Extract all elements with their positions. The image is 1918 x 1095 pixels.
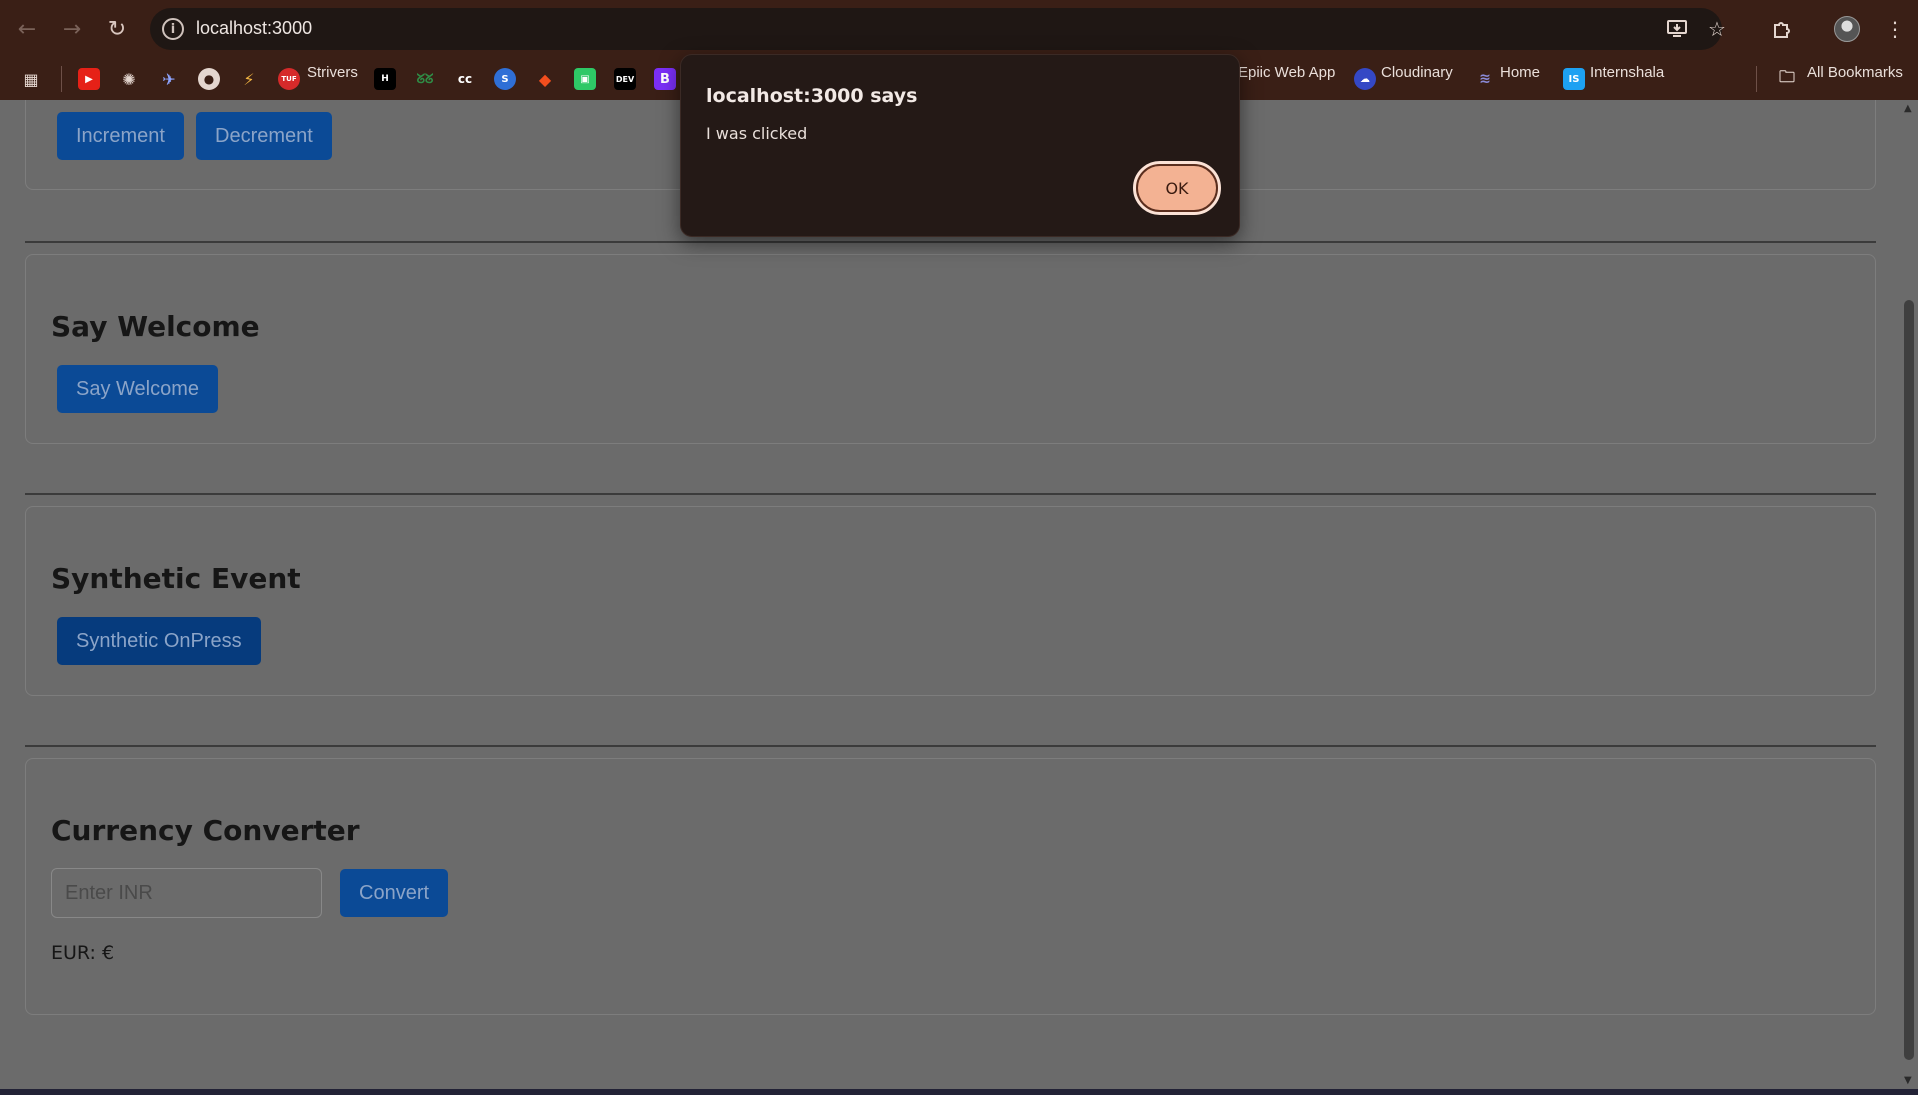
ok-button[interactable]: OK (1133, 161, 1221, 215)
scroll-thumb[interactable] (1904, 300, 1914, 1060)
cloudinary-icon[interactable]: ☁ (1354, 68, 1376, 90)
tuf-icon[interactable]: TUF (278, 68, 300, 90)
star-icon[interactable]: ☆ (1700, 12, 1734, 46)
alert-dialog: localhost:3000 says I was clicked OK (680, 54, 1240, 237)
reload-icon[interactable]: ↻ (100, 12, 134, 46)
decrement-button[interactable]: Decrement (196, 112, 332, 160)
say-welcome-button[interactable]: Say Welcome (57, 365, 219, 413)
synthetic-title: Synthetic Event (51, 562, 301, 595)
synthetic-card: Synthetic Event Synthetic OnPress (25, 506, 1876, 696)
menu-kebab-icon[interactable]: ⋮ (1878, 12, 1912, 46)
section-divider (25, 745, 1876, 747)
internshala-icon[interactable]: IS (1563, 68, 1585, 90)
site-info-icon[interactable]: i (162, 18, 184, 40)
inr-input[interactable]: Enter INR (51, 868, 322, 918)
back-arrow-icon[interactable]: ← (10, 12, 44, 46)
currency-card: Currency Converter Enter INR Convert EUR… (25, 758, 1876, 1015)
bookmark-divider (1756, 66, 1757, 92)
section-divider (25, 241, 1876, 243)
codechef-icon[interactable]: cc (454, 68, 476, 90)
all-bookmarks[interactable]: All Bookmarks (1807, 64, 1903, 81)
stackblitz-icon[interactable]: S (494, 68, 516, 90)
forward-arrow-icon[interactable]: → (55, 12, 89, 46)
dialog-message: I was clicked (706, 124, 808, 143)
dev-icon[interactable]: DEV (614, 68, 636, 90)
synthetic-onpress-button[interactable]: Synthetic OnPress (57, 617, 261, 665)
url-text[interactable]: localhost:3000 (196, 18, 312, 39)
welcome-title: Say Welcome (51, 310, 260, 343)
install-app-icon[interactable] (1660, 12, 1694, 46)
page-scrollbar[interactable]: ▲ ▼ (1900, 100, 1918, 1090)
bookmark-epiic-web-app[interactable]: Epiic Web App (1238, 64, 1335, 81)
leetcode-green-icon[interactable]: ▣ (574, 68, 596, 90)
youtube-icon[interactable]: ▶ (78, 68, 100, 90)
convert-button[interactable]: Convert (340, 869, 449, 917)
geeksforgeeks-icon[interactable]: ᘜᘜ (414, 68, 436, 90)
github-icon[interactable]: ● (198, 68, 220, 90)
bookmark-internshala[interactable]: Internshala (1590, 64, 1664, 81)
page-content: Increment Decrement Say Welcome Say Welc… (0, 100, 1900, 1095)
taskbar-edge (0, 1089, 1918, 1095)
currency-title: Currency Converter (51, 814, 360, 847)
figma-icon[interactable]: ◆ (534, 68, 556, 90)
address-bar[interactable]: i localhost:3000 (150, 8, 1722, 50)
increment-button[interactable]: Increment (57, 112, 184, 160)
bird-icon[interactable]: ✈ (158, 68, 180, 90)
apps-grid-icon[interactable]: ▦ (20, 68, 42, 90)
lightning-icon[interactable]: ⚡ (238, 68, 260, 90)
bookmark-home[interactable]: Home (1500, 64, 1540, 81)
profile-avatar[interactable] (1834, 16, 1860, 42)
hackerrank-icon[interactable]: H (374, 68, 396, 90)
bookmark-divider (61, 66, 62, 92)
extensions-icon[interactable] (1765, 12, 1799, 46)
scroll-up-icon[interactable]: ▲ (1904, 104, 1914, 114)
bookmark-cloudinary[interactable]: Cloudinary (1381, 64, 1453, 81)
eur-result: EUR: € (51, 942, 115, 964)
folder-icon[interactable]: 🗀 (1776, 67, 1798, 90)
scroll-down-icon[interactable]: ▼ (1904, 1076, 1914, 1086)
chatgpt-icon[interactable]: ✺ (118, 68, 140, 90)
section-divider (25, 493, 1876, 495)
welcome-card: Say Welcome Say Welcome (25, 254, 1876, 444)
dialog-title: localhost:3000 says (706, 85, 918, 107)
bookmark-strivers[interactable]: Strivers (307, 64, 358, 81)
bootstrap-icon[interactable]: B (654, 68, 676, 90)
browser-toolbar: ← → ↻ i localhost:3000 ☆ ⋮ (0, 0, 1918, 58)
home-layers-icon[interactable]: ≋ (1474, 68, 1496, 90)
